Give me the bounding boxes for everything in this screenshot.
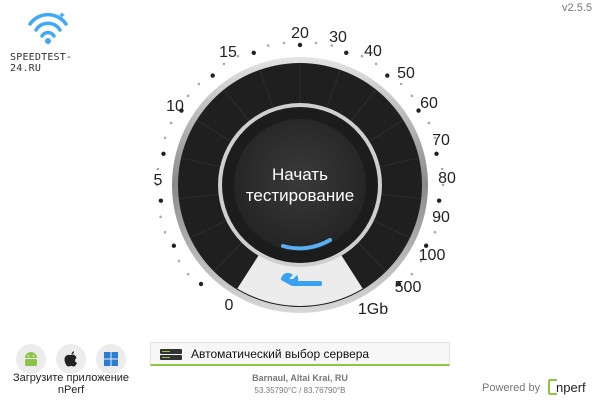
minor-tick <box>433 230 437 234</box>
scale-label: 100 <box>419 247 446 264</box>
minor-tick <box>186 272 190 276</box>
windows-icon <box>104 352 118 366</box>
major-tick <box>198 281 204 287</box>
scale-label: 15 <box>219 44 237 61</box>
apps-caption-line2: nPerf <box>57 384 85 396</box>
minor-tick <box>156 167 160 171</box>
server-location: Barnaul, Altai Krai, RU <box>252 373 348 383</box>
minor-tick <box>282 41 286 45</box>
minor-tick <box>163 136 167 140</box>
powered-by-label: Powered by <box>482 382 541 394</box>
minor-tick <box>186 94 190 98</box>
apps-caption-line1: Загрузите приложение <box>12 372 130 384</box>
windows-app-button[interactable] <box>96 344 126 374</box>
minor-tick <box>314 41 318 45</box>
apple-icon <box>64 351 77 367</box>
start-label-line1: Начать <box>272 165 328 184</box>
server-select-button[interactable]: Автоматический выбор сервера <box>150 342 450 366</box>
major-tick <box>171 243 177 248</box>
scale-label: 500 <box>395 279 422 296</box>
minor-tick <box>399 82 403 86</box>
scale-label: 30 <box>329 29 347 46</box>
major-tick <box>434 151 439 157</box>
major-tick <box>161 151 166 157</box>
scale-label: 0 <box>225 297 234 314</box>
scale-label: 60 <box>420 95 438 112</box>
major-tick <box>385 73 390 78</box>
minor-tick <box>159 215 162 219</box>
minor-tick <box>163 230 167 234</box>
major-tick <box>251 50 256 56</box>
minor-tick <box>177 259 181 263</box>
minor-tick <box>266 44 270 47</box>
scale-label: 1Gb <box>358 301 388 318</box>
server-coordinates: 53.35790°C / 83.76790°B <box>254 386 346 395</box>
major-tick <box>210 73 215 78</box>
server-icon <box>160 349 182 360</box>
major-tick <box>297 42 303 48</box>
android-app-button[interactable] <box>16 344 46 374</box>
scale-label: 80 <box>438 170 456 187</box>
major-tick <box>436 198 442 203</box>
scale-label: 90 <box>432 209 450 226</box>
apps-caption: Загрузите приложение nPerf <box>10 372 132 396</box>
ios-app-button[interactable] <box>56 344 86 374</box>
minor-tick <box>410 272 414 276</box>
minor-tick <box>360 54 364 58</box>
minor-tick <box>197 82 201 86</box>
minor-tick <box>410 94 414 98</box>
scale-label: 50 <box>397 65 415 82</box>
nperf-brand: nperf <box>556 380 586 395</box>
major-tick <box>158 198 164 203</box>
scale-label: 40 <box>364 43 382 60</box>
minor-tick <box>169 121 173 125</box>
scale-label: 10 <box>166 98 184 115</box>
server-select-label: Автоматический выбор сервера <box>191 347 370 361</box>
scale-label: 70 <box>432 132 450 149</box>
minor-tick <box>222 62 226 66</box>
nperf-logo[interactable]: nperf <box>546 377 596 397</box>
android-icon <box>25 352 37 366</box>
minor-tick <box>427 121 431 125</box>
scale-label: 20 <box>291 25 309 42</box>
minor-tick <box>236 54 240 58</box>
scale-label: 5 <box>154 172 163 189</box>
start-label-line2: тестирование <box>245 186 355 205</box>
start-test-button-label[interactable]: Начать тестирование <box>230 164 370 206</box>
major-tick <box>344 50 349 56</box>
minor-tick <box>374 62 378 66</box>
